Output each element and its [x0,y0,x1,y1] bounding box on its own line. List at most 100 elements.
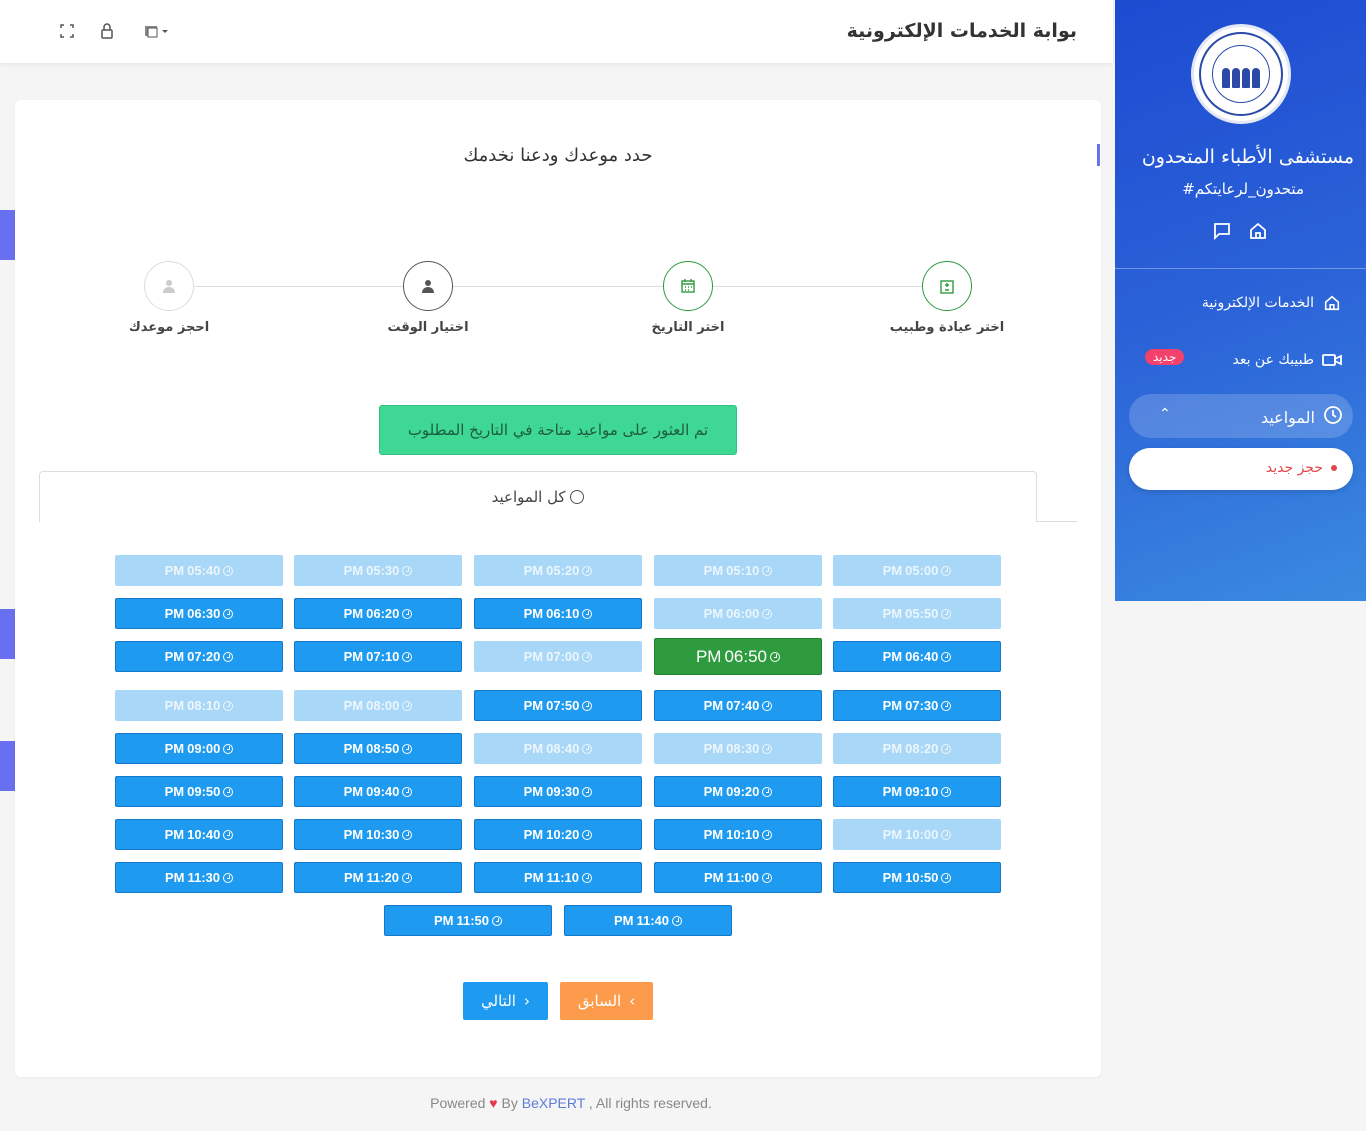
chevron-right-icon: › [523,992,530,1010]
sidebar: مستشفى الأطباء المتحدون #متحدون_لرعايتكم… [1115,0,1366,601]
time-slot[interactable]: PM 11:10 [474,862,642,893]
clock-icon [402,743,413,754]
clock-icon [402,608,413,619]
next-label: التالي [481,992,516,1010]
time-slot[interactable]: PM 09:30 [474,776,642,807]
time-slot[interactable]: PM 09:40 [294,776,462,807]
footer-by: By [501,1095,518,1111]
step-confirm [144,261,194,311]
time-slot: PM 05:20 [474,555,642,586]
time-slot: PM 08:00 [294,690,462,721]
time-slot[interactable]: PM 11:00 [654,862,822,893]
sidebar-item-eservices[interactable]: الخدمات الإلكترونية [1202,293,1342,313]
clock-icon [762,829,773,840]
time-slot[interactable]: PM 09:00 [115,733,283,764]
footer: Powered ♥ By BeXPERT , All rights reserv… [0,1095,1142,1111]
top-bar: بوابة الخدمات الإلكترونية [0,0,1113,63]
sidebar-item-label: الخدمات الإلكترونية [1201,295,1314,311]
time-slot[interactable]: PM 11:50 [384,905,552,936]
next-button[interactable]: التالي › [463,982,548,1020]
clock-icon [223,786,234,797]
clock-icon [582,565,593,576]
time-slot[interactable]: PM 07:40 [654,690,822,721]
clock-icon [762,700,773,711]
time-slot[interactable]: PM 06:50 [654,638,822,675]
sidebar-item-appointments[interactable]: ⌃ المواعيد [1129,394,1353,438]
time-slot[interactable]: PM 09:10 [833,776,1001,807]
clock-icon [402,651,413,662]
time-slot[interactable]: PM 08:50 [294,733,462,764]
footer-brand-link[interactable]: BeXPERT [522,1095,585,1111]
tab-label: كل المواعيد [491,488,566,506]
time-slot[interactable]: PM 10:10 [654,819,822,850]
time-slot[interactable]: PM 07:50 [474,690,642,721]
clock-icon [1323,405,1343,429]
time-slot[interactable]: PM 10:30 [294,819,462,850]
time-slot[interactable]: PM 10:50 [833,862,1001,893]
sidebar-item-label: المواعيد [1260,407,1315,427]
step-time [403,261,453,311]
sidebar-item-telemedicine[interactable]: طبيبك عن بعد [1232,350,1342,370]
clock-icon [941,872,952,883]
home-icon[interactable] [1247,220,1269,242]
time-slot[interactable]: PM 06:20 [294,598,462,629]
clock-icon [941,565,952,576]
hospital-logo [1191,24,1291,124]
heart-icon: ♥ [489,1095,498,1111]
step-label: اختر التاريخ [651,320,725,335]
step-label: اختر عيادة وطبيب [889,320,1005,335]
tab-all-appointments[interactable]: كل المواعيد [39,471,1037,522]
step-label: اختيار الوقت [387,320,469,335]
lock-icon[interactable] [98,22,116,40]
time-slot: PM 08:10 [115,690,283,721]
time-slot[interactable]: PM 10:40 [115,819,283,850]
time-slot[interactable]: PM 11:40 [564,905,732,936]
bullet-dot [1331,465,1337,471]
clock-icon [941,700,952,711]
time-slot: PM 05:30 [294,555,462,586]
previous-label: السابق [577,992,622,1010]
stepper-line [168,286,946,287]
time-slot[interactable]: PM 10:20 [474,819,642,850]
chat-icon[interactable] [1211,220,1233,242]
clock-icon [941,829,952,840]
time-slot[interactable]: PM 06:30 [115,598,283,629]
time-slot[interactable]: PM 09:50 [115,776,283,807]
time-slot[interactable]: PM 07:30 [833,690,1001,721]
sidebar-subitem-new-booking[interactable]: حجز جديد [1129,448,1353,490]
clock-icon [762,786,773,797]
clock-icon [582,786,593,797]
clock-icon [223,872,234,883]
time-slot[interactable]: PM 06:10 [474,598,642,629]
time-slot[interactable]: PM 07:20 [115,641,283,672]
time-slot[interactable]: PM 11:20 [294,862,462,893]
clock-icon [223,743,234,754]
chevron-up-icon: ⌃ [1159,406,1171,422]
clock-icon [770,651,781,662]
time-slot[interactable]: PM 06:40 [833,641,1001,672]
clock-icon [223,700,234,711]
time-slot: PM 06:00 [654,598,822,629]
clock-icon [582,651,593,662]
doctor-icon [422,280,434,293]
time-slot: PM 10:00 [833,819,1001,850]
clock-icon [582,700,593,711]
time-slot: PM 05:50 [833,598,1001,629]
availability-alert: تم العثور على مواعيد متاحة في التاريخ ال… [379,405,737,455]
clock-icon [402,872,413,883]
time-slot: PM 07:00 [474,641,642,672]
time-slot: PM 08:30 [654,733,822,764]
clock-icon [402,829,413,840]
clock-icon [582,608,593,619]
clock-icon [402,700,413,711]
previous-button[interactable]: السابق ‹ [560,982,653,1020]
hospital-hashtag: #متحدون_لرعايتكم [1182,180,1304,198]
clock-icon [492,915,503,926]
clock-icon [582,829,593,840]
fullscreen-icon[interactable] [58,22,76,40]
time-slot: PM 05:40 [115,555,283,586]
time-slot[interactable]: PM 07:10 [294,641,462,672]
language-icon[interactable] [142,22,172,40]
time-slot[interactable]: PM 09:20 [654,776,822,807]
time-slot[interactable]: PM 11:30 [115,862,283,893]
